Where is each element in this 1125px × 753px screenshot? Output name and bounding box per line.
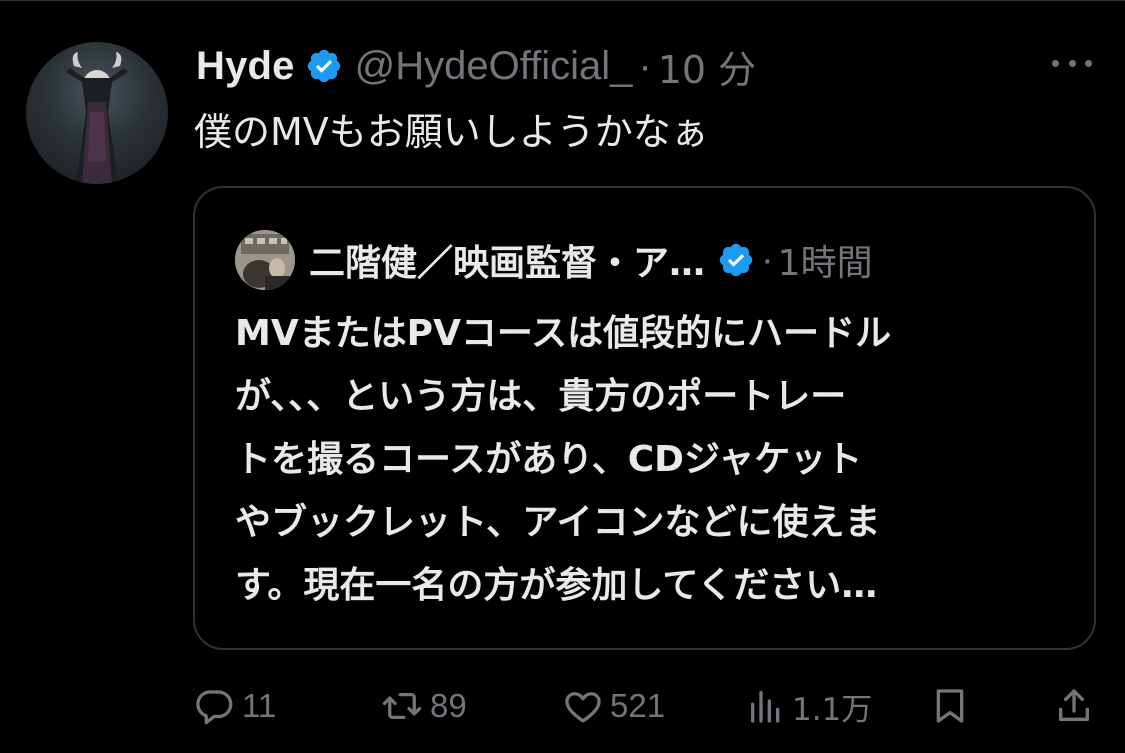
heart-icon [565,692,601,723]
reply-icon [196,690,233,725]
quoted-tweet-timestamp: 1時間 [777,243,873,284]
reply-count: 11 [242,687,277,724]
quoted-meta-separator: · [761,238,774,281]
quoted-tweet-header: 二階健／映画監督・ア… · 1時間 [309,232,873,288]
like-button[interactable]: 521 [562,676,665,736]
views-count: 1.1万 [792,691,873,728]
top-divider [0,0,1125,1]
views-button[interactable]: 1.1万 [746,676,872,736]
retweet-button[interactable]: 89 [380,676,467,736]
retweet-icon [382,692,422,720]
more-horizontal-icon[interactable] [1052,52,1092,74]
quoted-verified-badge-icon [717,241,755,279]
bookmark-button[interactable] [930,676,970,736]
quoted-avatar-photo-icon [235,230,295,290]
author-avatar[interactable] [26,42,168,184]
share-button[interactable] [1054,676,1094,736]
reply-button[interactable]: 11 [194,676,276,736]
quoted-text-line: やブックレット、アイコンなどに使えま [235,502,881,543]
views-icon [751,691,780,723]
like-count: 521 [610,687,666,724]
bookmark-icon [936,689,964,723]
quoted-text-line: MVまたはPVコースは値段的にハードル [235,313,892,354]
quoted-text-line: す。現在一名の方が参加してください… [235,565,878,606]
author-display-name[interactable]: Hyde [196,44,295,89]
tweet-text: 僕のMVもお願いしようかなぁ [194,110,709,154]
tweet-header: Hyde @HydeOfficial_ · 10 分 [196,40,756,92]
quoted-text-line: トを撮るコースがあり、CDジャケット [235,439,863,480]
quoted-author-display-name: 二階健／映画監督・ア… [309,243,706,284]
meta-separator: · [638,43,652,88]
tweet-action-bar: 11 89 521 1.1万 [0,676,1125,736]
quoted-tweet-card[interactable]: 二階健／映画監督・ア… · 1時間 MVまたはPVコースは値段的にハードル が、… [193,186,1096,650]
quoted-author-avatar [235,230,295,290]
avatar-photo-icon [66,52,128,184]
author-handle[interactable]: @HydeOfficial_ [355,44,633,89]
tweet-timestamp[interactable]: 10 分 [658,39,756,94]
verified-badge-icon [305,47,343,85]
quoted-text-line: が、、、という方は、貴方のポートレー [235,376,847,417]
retweet-count: 89 [430,687,467,724]
quoted-tweet-text: MVまたはPVコースは値段的にハードル が、、、という方は、貴方のポートレー ト… [235,302,1075,617]
share-icon [1059,689,1089,721]
